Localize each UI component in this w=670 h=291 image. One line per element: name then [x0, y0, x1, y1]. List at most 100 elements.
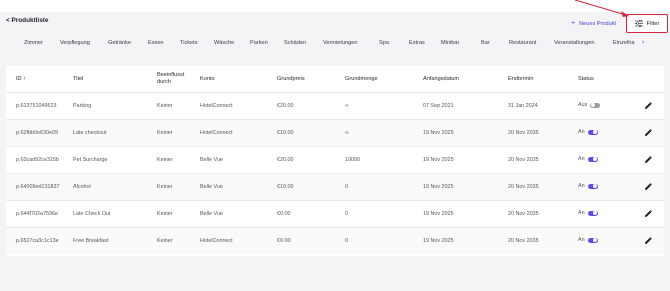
table-row[interactable]: p.644f702a7596e Late Check Out Keiner Belle… [6, 200, 664, 227]
toggle-switch[interactable] [587, 183, 598, 189]
category-tab[interactable]: Essen [148, 40, 164, 46]
cell-id: p.63cad92ce315b [16, 157, 59, 163]
category-tabs: Zimmer Verpflegung Getränke Essen Ticket… [0, 39, 670, 54]
cell-account: Belle Vue [200, 211, 223, 217]
category-tab[interactable]: Minibar [441, 40, 459, 46]
toggle-knob [593, 130, 598, 134]
cell-start-date: 19 Nov 2025 [423, 238, 454, 244]
table-row[interactable]: p.64009ed131837 Alcohol Keiner Belle Vue €10… [6, 173, 664, 200]
column-header-status[interactable]: Status [578, 76, 594, 83]
cell-id: p.613751049523 [16, 103, 57, 109]
cell-base-price: €0.00 [277, 211, 291, 217]
new-product-label: Neues Produkt [579, 21, 617, 27]
table-row[interactable]: p.6527ca3c1c13e Free Breakfast Keiner Hotel… [6, 227, 664, 254]
category-tab[interactable]: Spa [379, 40, 389, 46]
cell-title: Late checkout [73, 130, 107, 136]
category-tab[interactable]: Schäden [284, 40, 306, 46]
status-toggle[interactable]: An [578, 156, 598, 162]
product-table: ID ↑ Titel Beeinflusst durch Konto Grund… [6, 66, 664, 256]
column-header-title[interactable]: Titel [73, 76, 83, 83]
category-tab[interactable]: Zimmer [24, 40, 43, 46]
column-header-base-price[interactable]: Grundpreis [277, 76, 305, 83]
column-header-account[interactable]: Konto [200, 76, 215, 83]
cell-start-date: 19 Nov 2025 [423, 211, 454, 217]
cell-id: p.64009ed131837 [16, 184, 60, 190]
category-tab[interactable]: Tickets [180, 40, 198, 46]
filter-button[interactable]: Filter [626, 14, 668, 33]
cell-start-date: 07 Sep 2021 [423, 103, 454, 109]
column-header-start-date[interactable]: Anfangsdatum [423, 76, 459, 83]
plus-icon: + [571, 20, 576, 27]
toggle-knob [593, 157, 598, 161]
back-to-product-list-link[interactable]: < Produktliste [6, 17, 48, 24]
cell-title: Free Breakfast [73, 238, 109, 244]
top-bar [0, 0, 670, 12]
new-product-button[interactable]: + Neues Produkt [571, 20, 616, 27]
status-toggle[interactable]: An [578, 237, 598, 243]
cell-base-quantity: 10000 [345, 157, 360, 163]
status-label: An [578, 210, 585, 216]
cell-account: HotelConnect [200, 103, 233, 109]
toggle-switch[interactable] [590, 102, 601, 108]
table-row[interactable]: p.63cad92ce315b Pet Surcharge Keiner Belle … [6, 146, 664, 173]
column-header-affected-by[interactable]: Beeinflusst durch [157, 72, 193, 86]
category-tab[interactable]: Vermietungen [323, 40, 358, 46]
status-label: An [578, 237, 585, 243]
toggle-knob [593, 184, 598, 188]
toggle-switch[interactable] [587, 237, 598, 243]
cell-base-price: €10.00 [277, 130, 294, 136]
cell-end-date: 20 Nov 2035 [508, 184, 539, 190]
cell-account: Belle Vue [200, 184, 223, 190]
pencil-icon[interactable] [643, 155, 653, 165]
table-row[interactable]: p.62fbb0e630e09 Late checkout Keiner HotelC… [6, 119, 664, 146]
cell-title: Pet Surcharge [73, 157, 108, 163]
cell-end-date: 20 Nov 2035 [508, 211, 539, 217]
status-label: An [578, 156, 585, 162]
category-tab[interactable]: Getränke [108, 40, 131, 46]
cell-title: Alcohol [73, 184, 91, 190]
cell-end-date: 20 Nov 2035 [508, 238, 539, 244]
category-tab[interactable]: Bar [481, 40, 490, 46]
column-header-base-quantity[interactable]: Grundmenge [345, 76, 378, 83]
toggle-switch[interactable] [587, 210, 598, 216]
cell-id: p.62fbb0e630e09 [16, 130, 58, 136]
category-tab[interactable]: Wäsche [214, 40, 234, 46]
category-tab[interactable]: Einzelha [613, 40, 634, 46]
category-tab[interactable]: Verpflegung [60, 40, 90, 46]
sliders-icon [634, 20, 643, 27]
pencil-icon[interactable] [643, 128, 653, 138]
pencil-icon[interactable] [643, 209, 653, 219]
category-tab[interactable]: Parken [250, 40, 268, 46]
cell-end-date: 31 Jan 2024 [508, 103, 538, 109]
cell-affected-by: Keiner [157, 157, 173, 163]
table-row[interactable]: p.613751049523 Parking Keiner HotelConnect €… [6, 92, 664, 119]
cell-account: Belle Vue [200, 157, 223, 163]
status-toggle[interactable]: Aus [578, 102, 601, 108]
cell-base-quantity: 0 [345, 211, 348, 217]
cell-start-date: 19 Nov 2025 [423, 130, 454, 136]
cell-affected-by: Keiner [157, 130, 173, 136]
column-header-end-date[interactable]: Endtermin [508, 76, 534, 83]
cell-base-price: €20.00 [277, 103, 294, 109]
status-label: An [578, 129, 585, 135]
cell-title: Parking [73, 103, 92, 109]
status-toggle[interactable]: An [578, 210, 598, 216]
category-tab[interactable]: Extras [409, 40, 425, 46]
cell-affected-by: Keiner [157, 238, 173, 244]
pencil-icon[interactable] [643, 101, 653, 111]
column-header-id[interactable]: ID ↑ [16, 76, 26, 83]
status-toggle[interactable]: An [578, 129, 598, 135]
toggle-switch[interactable] [587, 129, 598, 135]
toggle-knob [593, 211, 598, 215]
pencil-icon[interactable] [643, 182, 653, 192]
pencil-icon[interactable] [643, 236, 653, 246]
cell-base-price: €0.00 [277, 238, 291, 244]
toggle-switch[interactable] [587, 156, 598, 162]
cell-id: p.644f702a7596e [16, 211, 58, 217]
category-tab[interactable]: Restaurant [509, 40, 536, 46]
status-toggle[interactable]: An [578, 183, 598, 189]
cell-base-quantity: 0 [345, 238, 348, 244]
cell-base-price: €10.00 [277, 184, 294, 190]
chevron-right-icon[interactable]: › [642, 39, 644, 46]
category-tab[interactable]: Veranstaltungen [554, 40, 594, 46]
